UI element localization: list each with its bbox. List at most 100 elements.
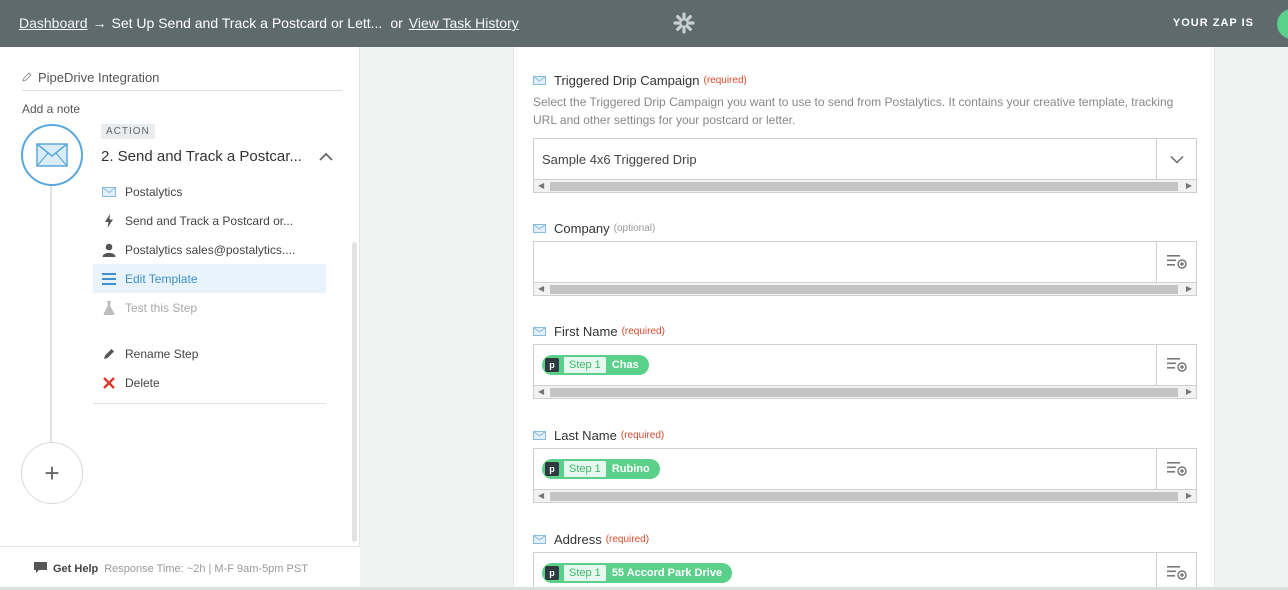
envelope-icon bbox=[533, 428, 546, 443]
menu-item-edit-template[interactable]: Edit Template bbox=[93, 264, 326, 293]
mapped-field-pill[interactable]: p Step 1 Rubino bbox=[542, 459, 660, 479]
required-tag: (required) bbox=[621, 325, 665, 337]
menu-item-label: Postalytics bbox=[125, 184, 183, 199]
pill-step: Step 1 bbox=[564, 565, 606, 581]
list-icon bbox=[100, 272, 118, 285]
plus-icon: + bbox=[44, 457, 60, 488]
campaign-select[interactable]: Sample 4x6 Triggered Drip ◀ ▶ bbox=[533, 138, 1197, 193]
template-form: Triggered Drip Campaign (required) Selec… bbox=[513, 47, 1215, 590]
pipedrive-icon: p bbox=[545, 462, 559, 476]
step-app-circle[interactable] bbox=[21, 124, 83, 186]
insert-field-icon bbox=[1166, 255, 1187, 269]
menu-item-label: Send and Track a Postcard or... bbox=[125, 213, 294, 228]
or-text: or bbox=[390, 15, 403, 31]
editor-canvas-right bbox=[1215, 47, 1288, 587]
zap-name-text: PipeDrive Integration bbox=[38, 70, 160, 85]
menu-item-account[interactable]: Postalytics sales@postalytics.... bbox=[93, 235, 326, 264]
dropdown-toggle[interactable] bbox=[1156, 139, 1196, 179]
envelope-icon bbox=[533, 221, 546, 236]
zap-title[interactable]: Set Up Send and Track a Postcard or Lett… bbox=[112, 15, 383, 31]
flask-icon bbox=[100, 300, 118, 315]
required-tag: (required) bbox=[703, 74, 747, 86]
insert-field-button[interactable] bbox=[1156, 553, 1196, 590]
first-name-input[interactable]: p Step 1 Chas ◀ ▶ bbox=[533, 344, 1197, 399]
lightning-icon bbox=[100, 213, 118, 228]
pill-value: Chas bbox=[611, 359, 639, 371]
horizontal-scrollbar[interactable]: ◀ ▶ bbox=[534, 385, 1196, 398]
pencil-icon bbox=[100, 348, 118, 360]
field-description: Select the Triggered Drip Campaign you w… bbox=[533, 95, 1174, 127]
company-input-value[interactable] bbox=[534, 242, 1156, 282]
menu-item-label: Delete bbox=[125, 375, 160, 390]
user-icon bbox=[100, 243, 118, 257]
menu-item-delete[interactable]: Delete bbox=[93, 368, 326, 397]
optional-tag: (optional) bbox=[613, 222, 656, 234]
field-label: Address bbox=[554, 531, 602, 547]
horizontal-scrollbar[interactable]: ◀ ▶ bbox=[534, 282, 1196, 295]
menu-item-action[interactable]: Send and Track a Postcard or... bbox=[93, 206, 326, 235]
menu-item-rename-step[interactable]: Rename Step bbox=[93, 339, 326, 368]
last-name-input-value[interactable]: p Step 1 Rubino bbox=[534, 449, 1156, 489]
step-title[interactable]: 2. Send and Track a Postcar... bbox=[101, 148, 302, 165]
address-input-value[interactable]: p Step 1 55 Accord Park Drive bbox=[534, 553, 1156, 590]
menu-item-label: Edit Template bbox=[125, 271, 198, 286]
zapier-logo-icon[interactable] bbox=[673, 12, 695, 34]
zap-name-field[interactable]: PipeDrive Integration bbox=[22, 70, 342, 91]
menu-item-label: Rename Step bbox=[125, 346, 199, 361]
task-history-link[interactable]: View Task History bbox=[409, 15, 519, 31]
envelope-icon bbox=[533, 324, 546, 339]
chat-icon bbox=[34, 562, 47, 573]
left-sidebar: PipeDrive Integration Add a note ACTION … bbox=[0, 47, 360, 590]
dashboard-link[interactable]: Dashboard bbox=[19, 15, 88, 31]
insert-field-icon bbox=[1166, 566, 1187, 580]
breadcrumb: Dashboard → Set Up Send and Track a Postca… bbox=[19, 15, 519, 31]
first-name-input-value[interactable]: p Step 1 Chas bbox=[534, 345, 1156, 385]
editor-canvas-left bbox=[360, 47, 513, 587]
campaign-select-value[interactable]: Sample 4x6 Triggered Drip bbox=[534, 139, 1156, 179]
envelope-icon bbox=[533, 532, 546, 547]
sidebar-scrollbar[interactable] bbox=[352, 242, 357, 542]
horizontal-scrollbar[interactable]: ◀ ▶ bbox=[534, 489, 1196, 502]
add-step-button[interactable]: + bbox=[21, 442, 83, 504]
add-note-link[interactable]: Add a note bbox=[22, 102, 80, 116]
step-track-line bbox=[50, 181, 52, 443]
zap-status-label: YOUR ZAP IS bbox=[1172, 17, 1254, 29]
pencil-icon bbox=[22, 72, 34, 85]
chevron-up-icon[interactable] bbox=[318, 151, 334, 163]
pipedrive-icon: p bbox=[545, 566, 559, 580]
step-type-badge: ACTION bbox=[101, 124, 155, 139]
field-label: Triggered Drip Campaign bbox=[554, 72, 700, 88]
menu-divider bbox=[93, 403, 326, 404]
field-triggered-drip-campaign: Triggered Drip Campaign (required) Selec… bbox=[533, 72, 1197, 193]
address-input[interactable]: p Step 1 55 Accord Park Drive bbox=[533, 552, 1197, 590]
pill-value: 55 Accord Park Drive bbox=[611, 567, 723, 579]
zap-toggle[interactable] bbox=[1277, 9, 1288, 39]
mapped-field-pill[interactable]: p Step 1 55 Accord Park Drive bbox=[542, 563, 733, 583]
insert-field-icon bbox=[1166, 358, 1187, 372]
mapped-field-pill[interactable]: p Step 1 Chas bbox=[542, 355, 649, 375]
required-tag: (required) bbox=[605, 533, 650, 545]
insert-field-button[interactable] bbox=[1156, 242, 1196, 282]
menu-item-label: Postalytics sales@postalytics.... bbox=[125, 242, 296, 257]
horizontal-scrollbar[interactable]: ◀ ▶ bbox=[534, 179, 1196, 192]
last-name-input[interactable]: p Step 1 Rubino ◀ ▶ bbox=[533, 448, 1197, 503]
chevron-down-icon bbox=[1169, 155, 1184, 164]
insert-field-button[interactable] bbox=[1156, 449, 1196, 489]
close-icon bbox=[100, 376, 118, 389]
envelope-icon bbox=[100, 186, 118, 197]
field-label: Last Name bbox=[554, 427, 617, 443]
menu-item-label: Test this Step bbox=[125, 300, 198, 315]
pill-step: Step 1 bbox=[564, 357, 606, 373]
get-help-link[interactable]: Get Help bbox=[53, 563, 98, 575]
menu-item-test-step[interactable]: Test this Step bbox=[93, 293, 326, 322]
insert-field-button[interactable] bbox=[1156, 345, 1196, 385]
field-first-name: First Name (required) p Step 1 Chas ◀ ▶ bbox=[533, 323, 1197, 399]
menu-item-app[interactable]: Postalytics bbox=[93, 177, 326, 206]
field-label: Company bbox=[554, 220, 610, 236]
field-label: First Name bbox=[554, 323, 618, 339]
field-last-name: Last Name (required) p Step 1 Rubino ◀ ▶ bbox=[533, 427, 1197, 503]
field-address: Address (required) p Step 1 55 Accord Park… bbox=[533, 531, 1197, 590]
pipedrive-icon: p bbox=[545, 358, 559, 372]
step-menu: Postalytics Send and Track a Postcard or… bbox=[93, 177, 326, 404]
company-input[interactable]: ◀ ▶ bbox=[533, 241, 1197, 296]
